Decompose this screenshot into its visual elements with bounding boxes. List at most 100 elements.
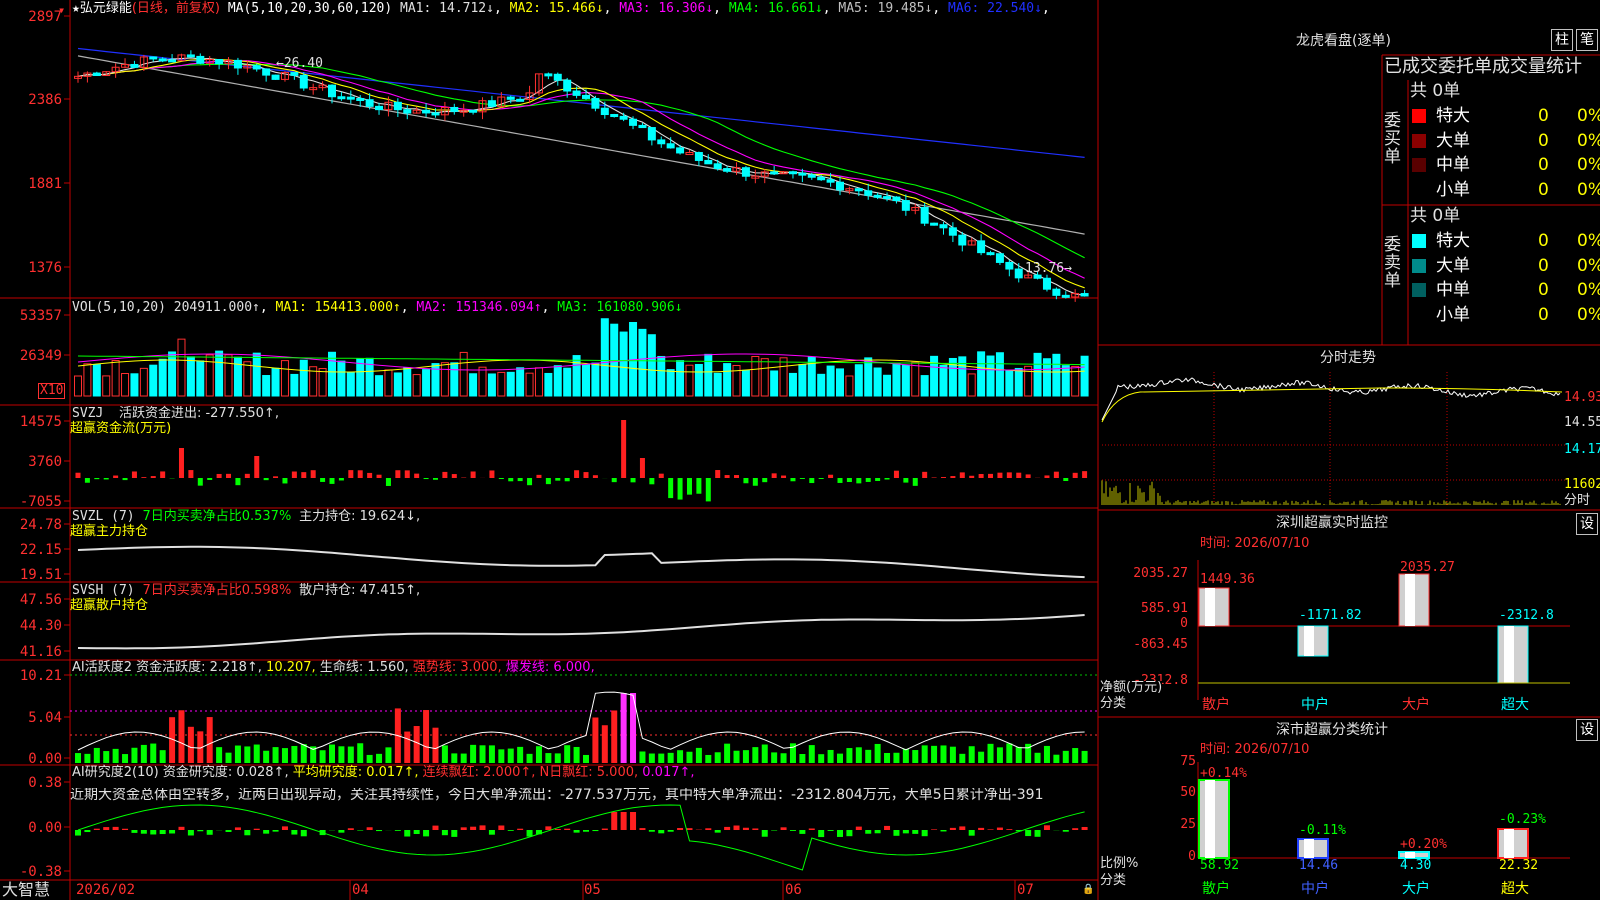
sz-classify-settings-button[interactable]: 设 [1576, 719, 1598, 741]
candle-body [977, 240, 986, 254]
sz-classify-title: 深市超赢分类统计 [1276, 722, 1388, 738]
research-bar [526, 830, 533, 837]
candle-body [1080, 293, 1089, 297]
activity-bar [733, 750, 740, 763]
research-bar [93, 828, 100, 830]
activity-bar [884, 752, 891, 763]
activity-bar [978, 751, 985, 763]
flow-bar [527, 478, 533, 486]
flow-bar [141, 477, 147, 478]
flow-bar [273, 476, 279, 478]
candle-body [666, 143, 675, 149]
research-bar [639, 828, 646, 830]
szm-axis-0: 2035.27 [1133, 566, 1188, 581]
candle-body [798, 172, 807, 176]
candle-body [600, 107, 609, 116]
vol-unit-badge[interactable]: X10 [38, 383, 66, 399]
low-annotation: 13.76→ [1025, 261, 1072, 276]
sell-row-n: 大单 [1436, 255, 1470, 276]
buy-row-v: 0 [1538, 155, 1549, 175]
volume-bar [516, 367, 525, 397]
research-bar [150, 830, 157, 835]
candle-body [883, 196, 892, 200]
volume-bar [770, 370, 779, 397]
volume-bar [280, 360, 289, 397]
research-bar [197, 830, 204, 832]
volume-bar [74, 375, 82, 397]
flow-bar [226, 473, 232, 478]
research-bar [874, 830, 881, 834]
lhb-title: 龙虎看盘(逐单) [1296, 33, 1391, 49]
activity-bar [470, 744, 477, 763]
sz-monitor-settings-button[interactable]: 设 [1576, 513, 1598, 535]
volume-bar [422, 369, 431, 397]
research-bar [987, 829, 994, 830]
flow-bar [734, 475, 740, 478]
candle-body [506, 96, 515, 100]
candle-body [516, 98, 525, 102]
candle-body [685, 152, 694, 156]
flow-bar [498, 478, 504, 480]
candle-body [431, 112, 440, 116]
szc-bar [1504, 829, 1514, 858]
star-icon[interactable]: ★ [72, 1, 80, 16]
stock-name: 弘元绿能 [79, 1, 132, 16]
activity-bar [84, 753, 91, 763]
svzl-header: SVZL (7) 7日内买卖净占比0.537% 主力持仓: 19.624↓, [72, 509, 421, 524]
candle-body [713, 163, 722, 170]
ai-comment: 近期大资金总体由空转多，近两日出现异动，关注其持续性，今日大单净流出：-277.… [70, 788, 1044, 802]
volume-bar [582, 363, 590, 397]
szc-bar [1304, 839, 1314, 858]
candle-body [986, 252, 995, 256]
volume-bar [403, 367, 412, 397]
activity-bar [677, 750, 684, 763]
szc-ylabel: 比例% [1100, 856, 1139, 871]
sell-legend-swatch [1412, 258, 1426, 273]
volume-bar [177, 338, 186, 397]
candle-body [629, 118, 638, 126]
volume-bar [779, 357, 788, 397]
research-bar [601, 828, 608, 830]
flow-bar [630, 478, 636, 483]
volume-bar [478, 366, 487, 397]
research-bar [423, 830, 430, 837]
activity-bar [695, 747, 702, 763]
volume-bar [911, 361, 920, 397]
szm-bar-retail [1205, 588, 1215, 626]
period-label[interactable]: (日线，前复权) [132, 1, 220, 16]
activity-bar [103, 751, 110, 763]
candle-body [788, 171, 797, 175]
candle-body [995, 253, 1004, 263]
flow-bar [903, 478, 909, 483]
flow-bar [423, 478, 429, 480]
flow-bar [912, 478, 918, 486]
research-bar [865, 830, 872, 834]
buy-row-p: 0% [1577, 179, 1600, 200]
volume-bar [977, 351, 986, 397]
flow-bar [385, 478, 391, 486]
activity-bar [216, 747, 223, 763]
candle-body [553, 73, 562, 81]
svsh-axis-2: 41.16 [19, 644, 62, 660]
candle-body [591, 97, 600, 109]
candle-body [337, 96, 346, 100]
activity-bar [818, 754, 825, 763]
volume-bar [431, 363, 440, 397]
pen-mode-button[interactable]: 笔 [1576, 29, 1598, 51]
research-bar [460, 827, 467, 830]
ma-item-5: MA5: [838, 1, 870, 16]
research-bar [545, 826, 552, 830]
svsh-header: SVSH (7) 7日内买卖净占比0.598% 散户持仓: 47.415↑, [72, 583, 421, 598]
volume-bar [534, 367, 543, 397]
research-bar [677, 828, 684, 830]
intraday-axis-0: 14.93 [1564, 390, 1600, 405]
sell-row-v: 0 [1538, 255, 1549, 276]
buy-side-label: 委买单 [1384, 111, 1401, 167]
lock-icon[interactable]: 🔒 [1082, 883, 1094, 897]
candle-body [1052, 288, 1061, 296]
flow-bar [668, 478, 674, 499]
candle-body [873, 194, 882, 198]
bar-mode-button[interactable]: 柱 [1551, 29, 1573, 51]
candle-body [262, 68, 271, 76]
szc-category: 散户 [1202, 881, 1230, 897]
